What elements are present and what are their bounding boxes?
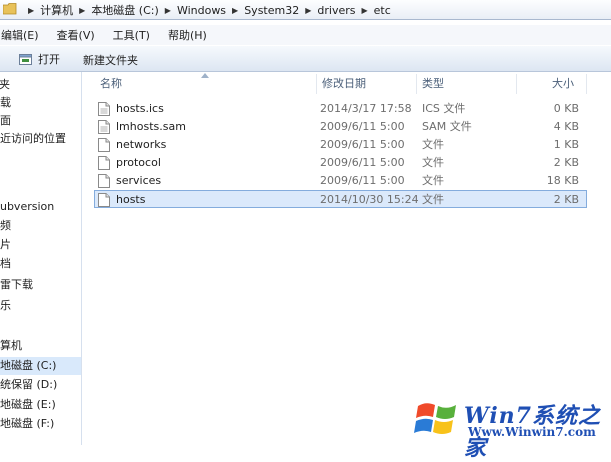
nav-item-subversion[interactable]: Subversion xyxy=(0,198,54,216)
file-list[interactable]: 名称 修改日期 类型 大小 hosts.ics 2014/3/17 17:58 … xyxy=(82,72,611,445)
nav-item-xunlei-downloads[interactable]: 迅雷下载 xyxy=(0,276,33,294)
file-size: 18 KB xyxy=(546,174,579,187)
column-header-size[interactable]: 大小 xyxy=(516,72,586,96)
watermark: Win7系统之家 Www.Winwin7.com xyxy=(408,392,611,461)
file-size: 0 KB xyxy=(553,102,579,115)
chevron-right-icon[interactable]: ▶ xyxy=(361,6,367,15)
nav-item-local-disk-f[interactable]: 本地磁盘 (F:) xyxy=(0,415,54,433)
chevron-right-icon[interactable]: ▶ xyxy=(79,6,85,15)
file-row-services[interactable]: services 2009/6/11 5:00 文件 18 KB xyxy=(94,172,587,190)
nav-item-desktop[interactable]: 桌面 xyxy=(0,112,11,130)
nav-item-system-reserved-d[interactable]: 系统保留 (D:) xyxy=(0,376,57,394)
file-row-hosts-ics[interactable]: hosts.ics 2014/3/17 17:58 ICS 文件 0 KB xyxy=(94,100,587,118)
open-button[interactable]: 打开 xyxy=(19,51,60,67)
file-icon xyxy=(98,174,110,188)
file-icon xyxy=(98,138,110,152)
file-date: 2009/6/11 5:00 xyxy=(320,156,405,169)
nav-item-computer[interactable]: 计算机 xyxy=(0,337,22,355)
column-header-row: 名称 修改日期 类型 大小 xyxy=(82,72,611,96)
menu-help[interactable]: 帮助(H) xyxy=(168,27,207,43)
command-bar: 打开 新建文件夹 xyxy=(0,46,611,72)
file-type: SAM 文件 xyxy=(422,120,472,133)
breadcrumb-etc[interactable]: etc xyxy=(374,4,391,17)
folder-icon xyxy=(3,3,17,15)
file-size: 2 KB xyxy=(553,193,579,206)
menu-bar: 编辑(E) 查看(V) 工具(T) 帮助(H) xyxy=(0,25,611,45)
file-size: 1 KB xyxy=(553,138,579,151)
file-row-protocol[interactable]: protocol 2009/6/11 5:00 文件 2 KB xyxy=(94,154,587,172)
breadcrumb: ▶ 计算机 ▶ 本地磁盘 (C:) ▶ Windows ▶ System32 ▶… xyxy=(22,0,391,20)
file-type: 文件 xyxy=(422,156,444,169)
file-name: protocol xyxy=(116,156,161,169)
nav-item-local-disk-c[interactable]: 本地磁盘 (C:) xyxy=(0,357,81,375)
file-icon xyxy=(98,156,110,170)
file-date: 2009/6/11 5:00 xyxy=(320,174,405,187)
windows-logo-icon xyxy=(414,403,456,434)
nav-item-pictures[interactable]: 图片 xyxy=(0,236,11,254)
navigation-pane[interactable]: 读夹 下载 桌面 最近访问的位置 Subversion 视频 图片 文档 迅雷下… xyxy=(0,72,82,445)
new-folder-button[interactable]: 新建文件夹 xyxy=(83,52,138,68)
file-name: networks xyxy=(116,138,167,151)
nav-item-label: 本地磁盘 (C:) xyxy=(0,359,57,372)
chevron-right-icon[interactable]: ▶ xyxy=(28,6,34,15)
breadcrumb-local-disk-c[interactable]: 本地磁盘 (C:) xyxy=(91,2,158,18)
breadcrumb-computer[interactable]: 计算机 xyxy=(40,2,73,18)
menu-tools[interactable]: 工具(T) xyxy=(113,27,150,43)
address-bar[interactable]: ▶ 计算机 ▶ 本地磁盘 (C:) ▶ Windows ▶ System32 ▶… xyxy=(0,0,611,20)
file-size: 2 KB xyxy=(553,156,579,169)
breadcrumb-drivers[interactable]: drivers xyxy=(317,4,355,17)
nav-item-videos[interactable]: 视频 xyxy=(0,217,11,235)
nav-item-local-disk-e[interactable]: 本地磁盘 (E:) xyxy=(0,396,56,414)
watermark-url: Www.Winwin7.com xyxy=(468,425,596,439)
file-name: hosts xyxy=(116,193,146,206)
file-date: 2014/10/30 15:24 xyxy=(320,193,419,206)
chevron-right-icon[interactable]: ▶ xyxy=(232,6,238,15)
menu-view[interactable]: 查看(V) xyxy=(57,27,95,43)
chevron-right-icon[interactable]: ▶ xyxy=(305,6,311,15)
file-date: 2009/6/11 5:00 xyxy=(320,120,405,133)
file-row-networks[interactable]: networks 2009/6/11 5:00 文件 1 KB xyxy=(94,136,587,154)
file-row-lmhosts-sam[interactable]: lmhosts.sam 2009/6/11 5:00 SAM 文件 4 KB xyxy=(94,118,587,136)
file-date: 2009/6/11 5:00 xyxy=(320,138,405,151)
file-type: ICS 文件 xyxy=(422,102,466,115)
file-date: 2014/3/17 17:58 xyxy=(320,102,412,115)
open-button-label: 打开 xyxy=(38,53,60,66)
nav-item-favorites[interactable]: 读夹 xyxy=(0,76,10,94)
column-header-date[interactable]: 修改日期 xyxy=(316,72,418,96)
chevron-right-icon[interactable]: ▶ xyxy=(165,6,171,15)
file-type: 文件 xyxy=(422,193,444,206)
column-header-name[interactable]: 名称 xyxy=(94,72,317,96)
file-row-hosts[interactable]: hosts 2014/10/30 15:24 文件 2 KB xyxy=(94,190,587,208)
file-type: 文件 xyxy=(422,138,444,151)
nav-item-documents[interactable]: 文档 xyxy=(0,255,11,273)
menu-edit[interactable]: 编辑(E) xyxy=(1,27,39,43)
document-icon xyxy=(98,120,110,134)
open-icon xyxy=(19,53,32,65)
file-icon xyxy=(98,193,110,207)
nav-item-recent-places[interactable]: 最近访问的位置 xyxy=(0,130,66,148)
file-name: hosts.ics xyxy=(116,102,164,115)
file-name: lmhosts.sam xyxy=(116,120,186,133)
column-divider[interactable] xyxy=(586,74,587,94)
file-size: 4 KB xyxy=(553,120,579,133)
nav-item-music[interactable]: 音乐 xyxy=(0,297,11,315)
column-header-type[interactable]: 类型 xyxy=(416,72,516,96)
breadcrumb-windows[interactable]: Windows xyxy=(177,4,226,17)
breadcrumb-system32[interactable]: System32 xyxy=(244,4,299,17)
document-icon xyxy=(98,102,110,116)
nav-item-downloads[interactable]: 下载 xyxy=(0,94,11,112)
file-type: 文件 xyxy=(422,174,444,187)
file-name: services xyxy=(116,174,162,187)
